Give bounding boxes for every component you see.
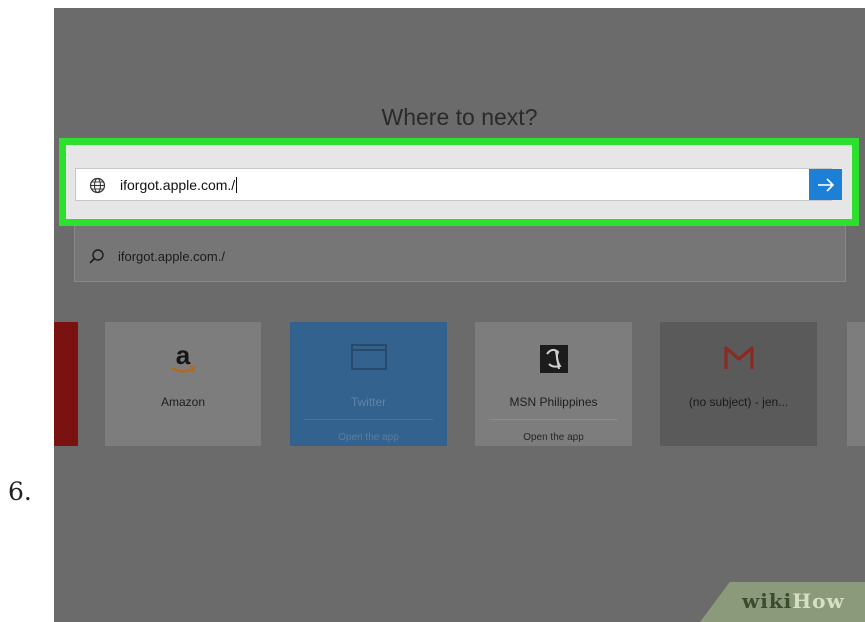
browser-new-tab-screen: Where to next? iforgot.apple.com./ iforg… [54, 8, 865, 622]
step-number: 6. [8, 477, 32, 506]
tile-title: Amazon [160, 395, 206, 409]
window-icon [350, 344, 387, 370]
globe-icon [89, 177, 106, 194]
tile-gmail[interactable]: (no subject) - jen... [660, 322, 817, 446]
tile-amazon[interactable]: a Amazon [105, 322, 261, 446]
tile-divider [304, 419, 433, 420]
tile-twitter[interactable]: Twitter Open the app [290, 322, 447, 446]
suggestion-item-search[interactable]: iforgot.apple.com./ [74, 244, 844, 272]
tile-partial-left[interactable] [54, 322, 78, 446]
tile-divider [489, 419, 618, 420]
tile-open-app[interactable]: Open the app [290, 432, 447, 443]
address-bar-input[interactable]: iforgot.apple.com./ [75, 168, 832, 201]
tile-open-app[interactable]: Open the app [475, 432, 632, 443]
page-title: Where to next? [381, 104, 538, 130]
tile-title: (no subject) - jen... [688, 395, 789, 409]
text-cursor [236, 177, 238, 193]
go-button[interactable] [809, 169, 842, 200]
suggestion-label: iforgot.apple.com./ [118, 249, 225, 264]
wikihow-logo: wikiHow [742, 589, 845, 613]
tile-title: MSN Philippines [509, 395, 598, 409]
arrow-right-icon [817, 177, 834, 192]
tile-title: Twitter [350, 395, 387, 409]
address-bar-value: iforgot.apple.com./ [120, 177, 238, 193]
tile-msn-philippines[interactable]: MSN Philippines Open the app [475, 322, 632, 446]
svg-text:a: a [176, 342, 191, 370]
amazon-logo-icon: a [171, 342, 196, 373]
wikihow-watermark: wikiHow [700, 582, 865, 622]
msn-logo-icon [539, 345, 568, 373]
gmail-logo-icon [723, 346, 754, 369]
search-icon [89, 249, 104, 264]
tile-partial-right[interactable] [847, 322, 865, 446]
